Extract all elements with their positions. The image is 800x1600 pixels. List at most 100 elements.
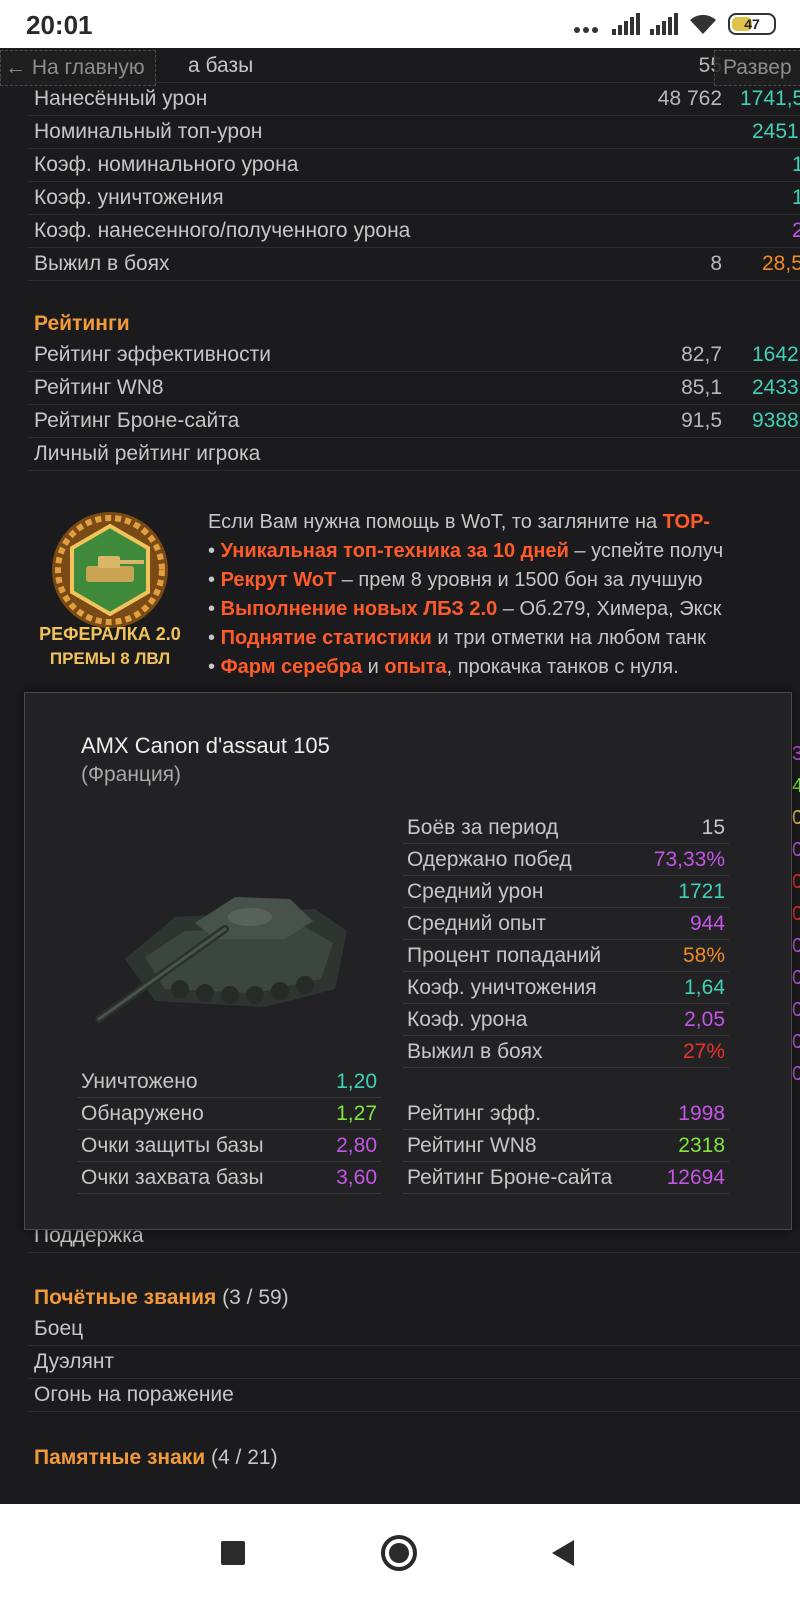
promo-block: Если Вам нужна помощь в WoT, то заглянит… (208, 508, 800, 682)
popup-stat-row: Уничтожено 1,20 (77, 1067, 381, 1098)
back-to-home-button[interactable]: ← На главную (0, 50, 156, 86)
stat-value: 1,20 (336, 1070, 377, 1093)
row-value: 1741,5 (740, 87, 800, 110)
rating-row: Рейтинг WN8 85,1 2433,6 (28, 372, 800, 405)
row-count: 8 (710, 252, 722, 275)
popup-rating-row: Рейтинг эфф. 1998 (403, 1099, 729, 1130)
stat-value: 2318 (678, 1134, 725, 1157)
promo-line-text: , прокачка танков с нуля. (446, 656, 679, 678)
rating-row[interactable]: Личный рейтинг игрока (28, 438, 800, 471)
expand-button[interactable]: Развер (714, 50, 800, 86)
stat-label: Обнаружено (81, 1102, 204, 1125)
stats-row: Коэф. уничтожения 1,6 (28, 182, 800, 215)
stat-label: Боёв за период (407, 816, 559, 839)
stats-row: Коэф. нанесенного/полученного урона 2,0 (28, 215, 800, 248)
promo-line: • Уникальная топ-техника за 10 дней – ус… (208, 540, 724, 562)
tank-name: AMX Canon d'assaut 105 (81, 733, 330, 758)
home-icon[interactable] (380, 1534, 418, 1572)
promo-link-stats[interactable]: Поднятие статистики (221, 627, 432, 649)
tank-tooltip-popup: AMX Canon d'assaut 105 (Франция) Боёв за… (24, 692, 792, 1230)
row-label: Личный рейтинг игрока (34, 442, 261, 465)
promo-link-recruit[interactable]: Рекрут WoT (221, 569, 337, 591)
promo-link-silver[interactable]: Фарм серебра (221, 656, 363, 678)
stats-row: Нанесённый урон 48 762 1741,5 (28, 83, 800, 116)
row-count: 48 762 (657, 87, 722, 110)
back-icon[interactable] (550, 1538, 576, 1568)
popup-stat-row: Очки захвата базы 3,60 (77, 1163, 381, 1194)
wifi-icon (690, 14, 716, 34)
row-percent: 82,7 (681, 343, 722, 366)
honor-row[interactable]: Боец (28, 1313, 800, 1346)
popup-stat-row: Коэф. урона 2,05 (403, 1005, 729, 1036)
honor-row[interactable]: Огонь на поражение 2 (28, 1379, 800, 1412)
promo-line: • Поднятие статистики и три отметки на л… (208, 627, 706, 649)
promo-link-top-tech[interactable]: Уникальная топ-техника за 10 дней (221, 540, 569, 562)
stats-row: Выжил в боях 8 28,57 (28, 248, 800, 281)
popup-stat-row: Боёв за период 15 (403, 813, 729, 844)
row-label: Коэф. уничтожения (34, 186, 224, 209)
row-label: Рейтинг эффективности (34, 343, 271, 366)
stat-label: Процент попаданий (407, 944, 602, 967)
stat-value: 944 (689, 912, 725, 935)
popup-stat-row: Процент попаданий 58% (403, 941, 729, 972)
stat-value: 58% (682, 944, 725, 967)
stat-value: 15 (701, 816, 725, 839)
promo-line-text: и три отметки на любом танк (431, 627, 706, 649)
more-notifications-icon (574, 15, 598, 33)
honors-section-title[interactable]: Почётные звания (3 / 59) (34, 1286, 289, 1310)
recents-icon[interactable] (220, 1540, 246, 1566)
row-percent: 91,5 (681, 409, 722, 432)
promo-line-text: – успейте получ (568, 540, 724, 562)
status-icons: 47 (574, 12, 776, 36)
rating-row: Рейтинг Броне-сайта 91,5 9388,9 (28, 405, 800, 438)
promo-intro-text: Если Вам нужна помощь в WoT, то заглянит… (208, 511, 663, 533)
row-value: 2,0 (792, 219, 800, 242)
badges-section-title[interactable]: Памятные знаки (4 / 21) (34, 1446, 278, 1470)
badges-title: Памятные знаки (34, 1446, 206, 1469)
row-value: 1,3 (792, 153, 800, 176)
promo-line-text: и (362, 656, 385, 678)
row-value: 9388,9 (752, 409, 800, 432)
tank-nation: (Франция) (81, 763, 182, 786)
honor-row[interactable]: Дуэлянт (28, 1346, 800, 1379)
row-value: 2433,6 (752, 376, 800, 399)
stat-label: Коэф. урона (407, 1008, 528, 1031)
stat-value: 1,27 (336, 1102, 377, 1125)
row-label: Коэф. нанесенного/полученного урона (34, 219, 411, 242)
referral-logo[interactable]: РЕФЕРАЛКА 2.0 ПРЕМЫ 8 ЛВЛ (30, 508, 190, 670)
stat-label: Уничтожено (81, 1070, 198, 1093)
battery-level: 47 (744, 16, 760, 32)
stat-value: 12694 (666, 1166, 725, 1189)
promo-top-link[interactable]: TOP- (663, 511, 710, 533)
row-value: 2451,3 (752, 120, 800, 143)
popup-stat-row: Одержано побед 73,33% (403, 845, 729, 876)
stat-label: Очки захвата базы (81, 1166, 264, 1189)
promo-link-lbz[interactable]: Выполнение новых ЛБЗ 2.0 (221, 598, 498, 620)
popup-rating-row: Рейтинг Броне-сайта 12694 (403, 1163, 729, 1194)
row-value: 1642, (752, 343, 800, 366)
promo-line: • Рекрут WoT – прем 8 уровня и 1500 бон … (208, 569, 703, 591)
row-label: а базы (188, 54, 254, 77)
stat-label: Рейтинг Броне-сайта (407, 1166, 613, 1189)
row-label: Боец (34, 1317, 84, 1340)
stat-label: Коэф. уничтожения (407, 976, 597, 999)
promo-intro: Если Вам нужна помощь в WoT, то заглянит… (208, 508, 800, 537)
logo-line1: РЕФЕРАЛКА 2.0 (39, 624, 181, 644)
row-label: Коэф. номинального урона (34, 153, 299, 176)
promo-line: • Фарм серебра и опыта, прокачка танков … (208, 656, 679, 678)
promo-link-exp[interactable]: опыта (384, 656, 446, 678)
honors-title: Почётные звания (34, 1286, 217, 1309)
popup-stat-row: Средний урон 1721 (403, 877, 729, 908)
stat-label: Средний урон (407, 880, 544, 903)
row-label: Огонь на поражение (34, 1383, 234, 1406)
stats-row: Коэф. номинального урона 1,3 (28, 149, 800, 182)
row-percent: 85,1 (681, 376, 722, 399)
signal-icon (612, 13, 640, 35)
popup-stat-row: Выжил в боях 27% (403, 1037, 729, 1068)
stat-label: Средний опыт (407, 912, 546, 935)
ratings-section-title: Рейтинги (34, 312, 130, 335)
popup-stat-row: Коэф. уничтожения 1,64 (403, 973, 729, 1004)
stat-label: Рейтинг эфф. (407, 1102, 542, 1125)
promo-line-text: – Об.279, Химера, Экск (497, 598, 722, 620)
row-label: Выжил в боях (34, 252, 170, 275)
